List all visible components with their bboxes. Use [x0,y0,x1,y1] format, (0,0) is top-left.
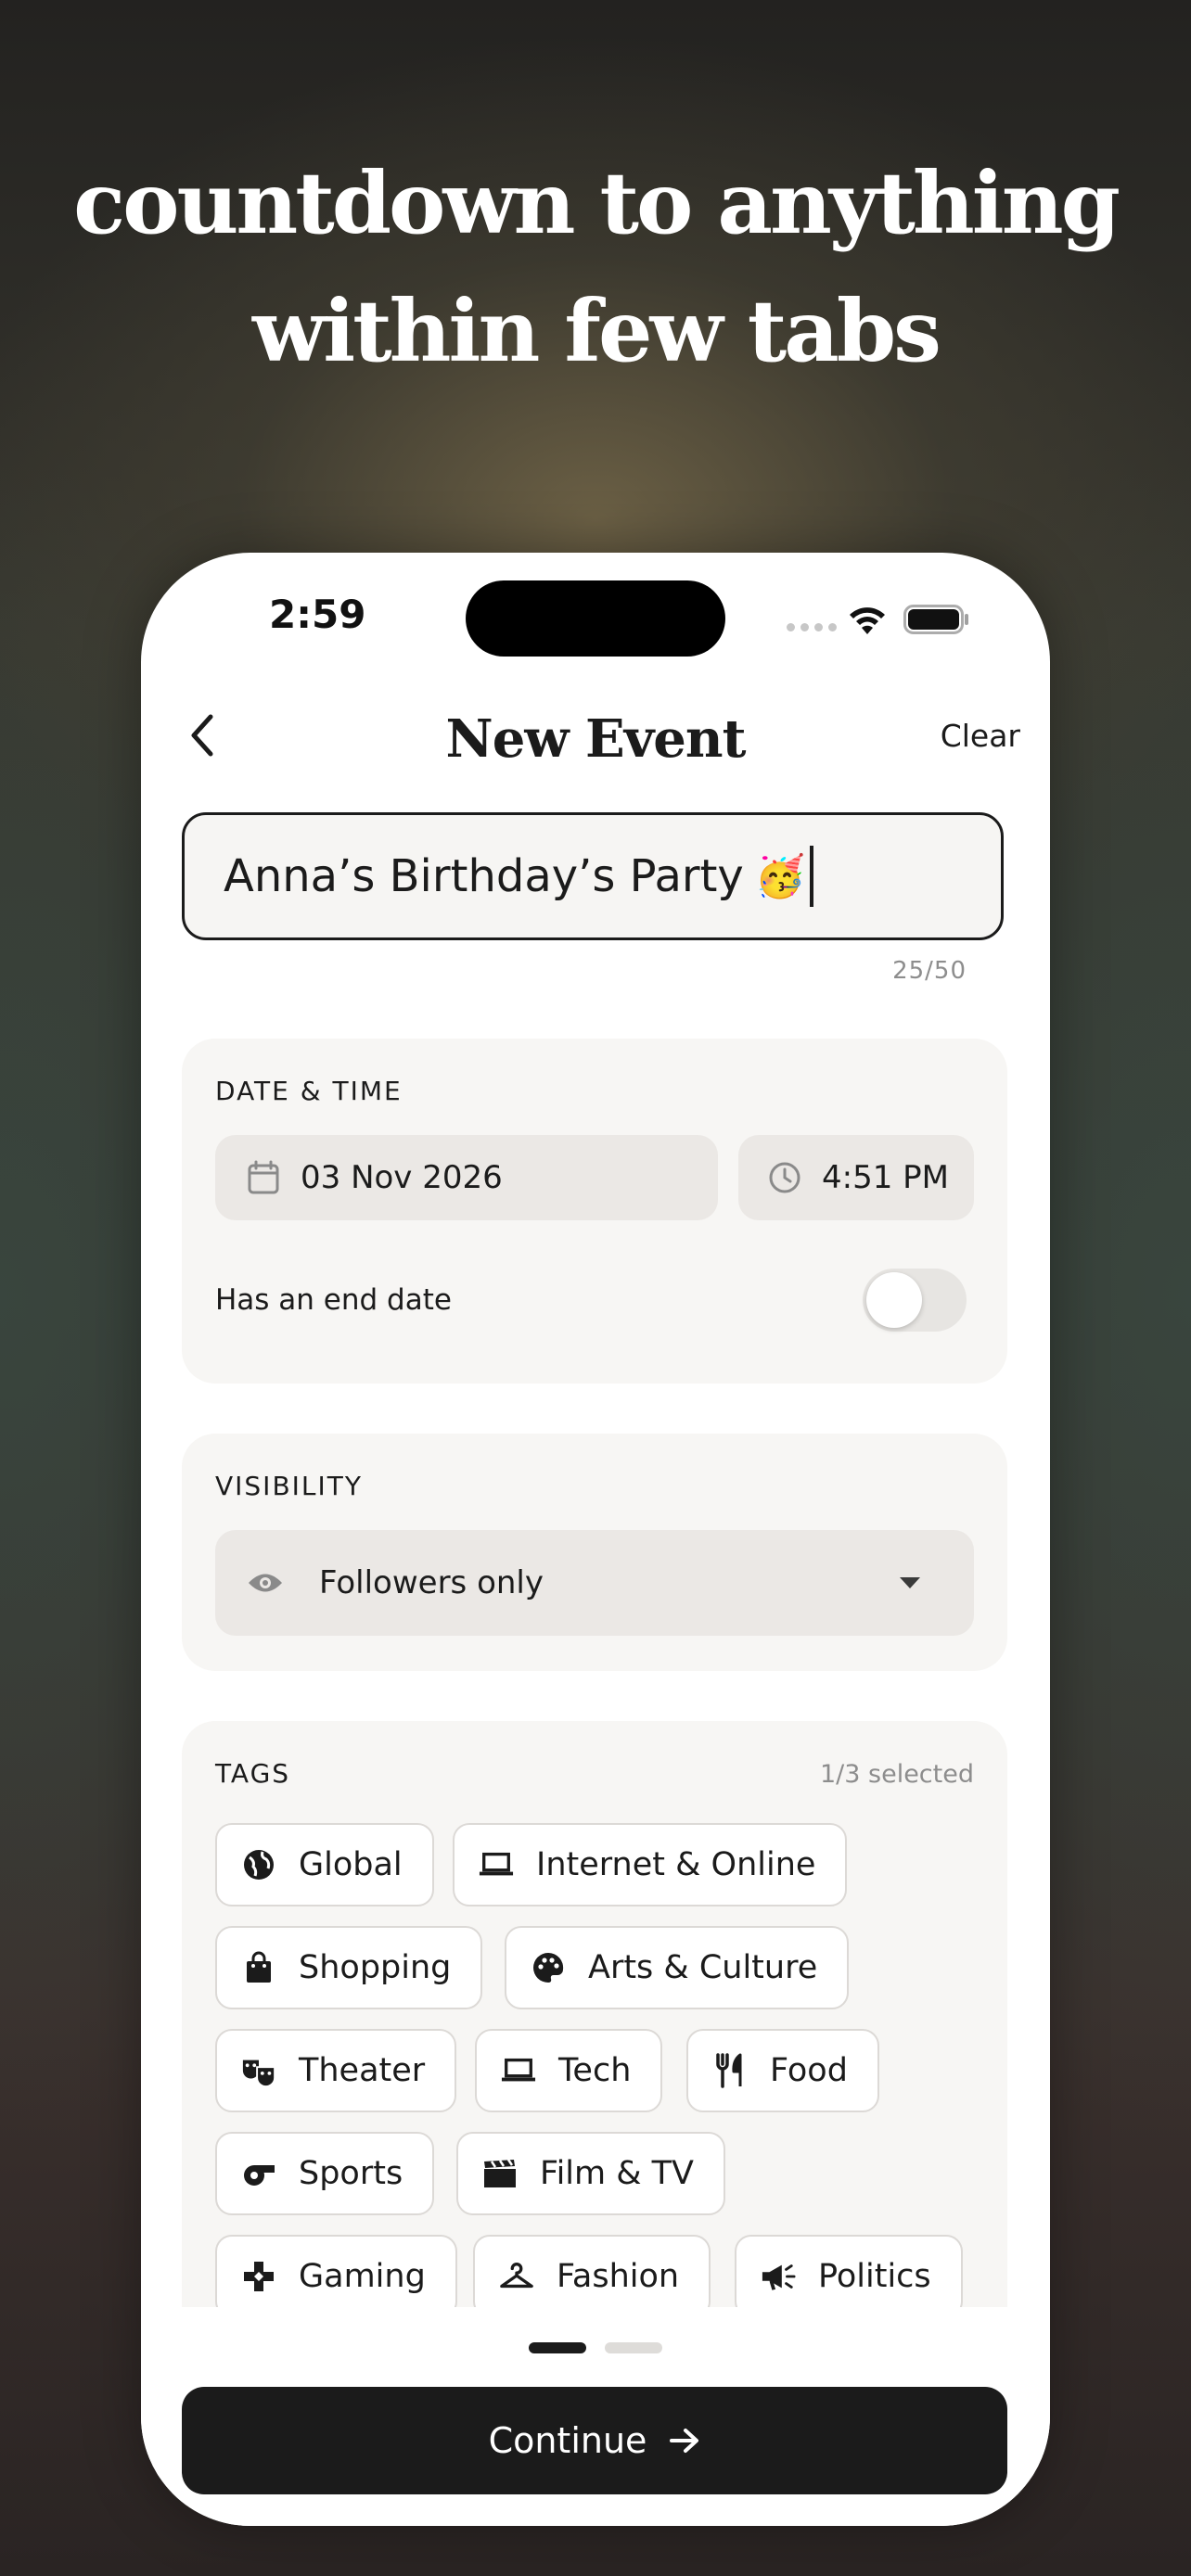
tag-tech[interactable]: Tech [475,2029,663,2112]
tag-arts-culture[interactable]: Arts & Culture [505,1926,850,2009]
tag-label: Theater [299,2052,426,2089]
tag-label: Fashion [557,2258,680,2295]
event-name-input[interactable]: Anna’s Birthday’s Party 🥳 [182,812,1004,940]
phone-screen: 2:59 New Event Clear Anna’s Birthday’s P… [141,553,1050,2526]
tag-fashion[interactable]: Fashion [473,2235,711,2318]
page-title: New Event [445,708,747,770]
tag-label: Politics [818,2258,931,2295]
cellular-signal-icon [787,623,839,632]
date-time-label: DATE & TIME [215,1076,403,1106]
tags-label: TAGS [215,1758,291,1789]
eye-icon [249,1574,282,1592]
tag-label: Global [299,1846,403,1883]
headline-line-2: within few tabs [252,281,941,381]
hanger-icon [499,2259,534,2294]
arrow-right-icon [670,2429,699,2453]
visibility-dropdown[interactable]: Followers only [215,1530,974,1636]
tag-label: Arts & Culture [588,1949,818,1986]
tags-card: TAGS 1/3 selected Global Internet & Onli… [182,1721,1007,2370]
tag-theater[interactable]: Theater [215,2029,457,2112]
text-caret [809,846,813,907]
chevron-down-icon [900,1577,920,1588]
end-date-label: Has an end date [215,1283,452,1317]
palette-icon [531,1950,566,1985]
marketing-headline: countdown to anything within few tabs [0,139,1191,395]
tag-label: Tech [558,2052,632,2089]
tag-politics[interactable]: Politics [735,2235,963,2318]
calendar-icon [248,1160,279,1194]
tag-label: Shopping [299,1949,452,1986]
tag-food[interactable]: Food [686,2029,879,2112]
continue-button[interactable]: Continue [182,2387,1007,2494]
visibility-label: VISIBILITY [215,1471,363,1501]
visibility-value: Followers only [319,1564,544,1601]
visibility-card: VISIBILITY Followers only [182,1434,1007,1671]
battery-icon [903,605,968,634]
tag-sports[interactable]: Sports [215,2132,435,2215]
clock-icon [769,1162,800,1193]
pager-dot-active[interactable] [529,2342,586,2353]
globe-icon [241,1847,276,1882]
tag-global[interactable]: Global [215,1823,434,1906]
shopping-bag-icon [241,1950,276,1985]
pager-dot-inactive[interactable] [605,2342,662,2353]
tag-label: Sports [299,2155,403,2192]
laptop-icon [479,1847,514,1882]
end-date-toggle[interactable] [863,1269,967,1332]
wifi-icon [850,607,885,634]
party-emoji: 🥳 [754,853,806,900]
whistle-icon [241,2156,276,2191]
event-name-value: Anna’s Birthday’s Party [224,850,744,902]
time-picker[interactable]: 4:51 PM [738,1135,974,1220]
tag-label: Gaming [299,2258,426,2295]
tag-label: Film & TV [540,2155,694,2192]
dynamic-island [466,580,725,657]
tag-shopping[interactable]: Shopping [215,1926,483,2009]
tag-gaming[interactable]: Gaming [215,2235,457,2318]
tag-internet-online[interactable]: Internet & Online [453,1823,848,1906]
character-counter: 25/50 [892,957,967,985]
theater-masks-icon [241,2053,276,2088]
time-value: 4:51 PM [822,1159,949,1196]
tags-selected-count: 1/3 selected [819,1760,974,1789]
tag-film-tv[interactable]: Film & TV [456,2132,725,2215]
toggle-knob [866,1272,922,1328]
date-picker[interactable]: 03 Nov 2026 [215,1135,718,1220]
headline-line-1: countdown to anything [73,153,1121,253]
clear-button[interactable]: Clear [941,718,1020,754]
clapperboard-icon [482,2156,518,2191]
tag-label: Food [770,2052,848,2089]
date-value: 03 Nov 2026 [301,1159,503,1196]
utensils-icon [712,2053,748,2088]
tag-label: Internet & Online [536,1846,816,1883]
laptop-icon [501,2053,536,2088]
continue-label: Continue [488,2420,647,2461]
gamepad-icon [241,2259,276,2294]
megaphone-icon [761,2259,796,2294]
status-time: 2:59 [269,592,366,637]
date-time-card: DATE & TIME 03 Nov 2026 4:51 PM Has an e… [182,1039,1007,1384]
